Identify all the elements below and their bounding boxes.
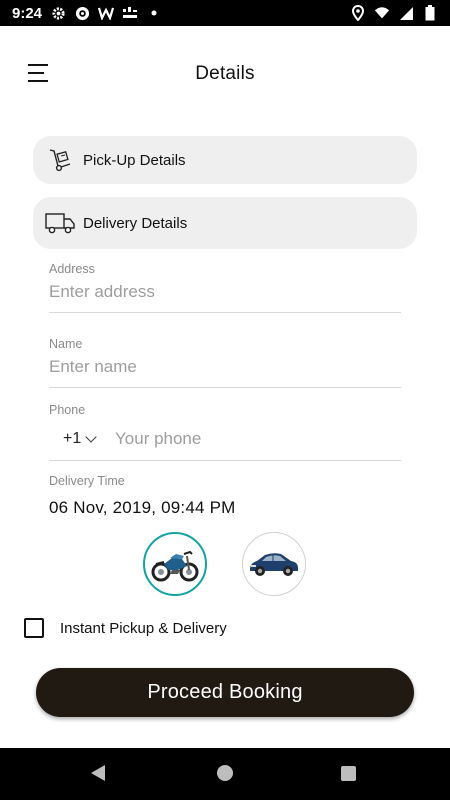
wifi-icon (374, 5, 390, 21)
delivery-time-value[interactable]: 06 Nov, 2019, 09:44 PM (49, 498, 401, 518)
status-time: 9:24 (12, 4, 43, 22)
phone-row: +1 (49, 417, 401, 461)
navigation-bar (0, 748, 450, 800)
motorbike-option-button[interactable] (143, 532, 207, 596)
instant-pickup-label: Instant Pickup & Delivery (60, 619, 227, 637)
delivery-details-section[interactable]: Delivery Details (33, 197, 417, 249)
status-bar: 9:24 (0, 0, 450, 26)
name-field: Name (49, 337, 401, 388)
country-code-value: +1 (63, 429, 82, 447)
hand-truck-icon (45, 146, 75, 174)
w-app-icon (98, 5, 115, 21)
truck-icon (45, 209, 75, 237)
pickup-details-section[interactable]: Pick-Up Details (33, 136, 417, 184)
grid-app-icon (122, 5, 138, 21)
instant-pickup-checkbox[interactable] (24, 618, 44, 638)
circle-app-icon (74, 5, 90, 21)
phone-label: Phone (49, 403, 86, 417)
car-icon (250, 553, 298, 576)
delivery-details-label: Delivery Details (83, 214, 188, 232)
instant-pickup-row[interactable]: Instant Pickup & Delivery (24, 618, 227, 638)
delivery-time-field[interactable]: Delivery Time 06 Nov, 2019, 09:44 PM (49, 474, 401, 518)
dot-icon (146, 5, 162, 21)
address-input[interactable] (49, 276, 401, 313)
name-label: Name (49, 337, 83, 351)
address-field: Address (49, 262, 401, 313)
pickup-details-label: Pick-Up Details (83, 151, 186, 169)
back-icon[interactable] (91, 765, 105, 781)
chevron-down-icon (85, 430, 97, 443)
signal-icon (398, 5, 414, 21)
recent-apps-icon[interactable] (341, 766, 356, 781)
page-title: Details (195, 63, 255, 84)
phone-input[interactable] (115, 428, 401, 449)
car-option-button[interactable] (242, 532, 306, 596)
app-header: Details (0, 26, 450, 124)
proceed-booking-button[interactable]: Proceed Booking (36, 668, 414, 717)
location-icon (350, 5, 366, 21)
address-label: Address (49, 262, 95, 276)
phone-field: Phone +1 (49, 403, 401, 461)
gear-icon (50, 5, 66, 21)
country-code-selector[interactable]: +1 (49, 430, 115, 448)
home-icon[interactable] (217, 765, 233, 781)
battery-icon (422, 5, 438, 21)
name-input[interactable] (49, 351, 401, 388)
motorbike-icon (151, 550, 199, 582)
delivery-time-label: Delivery Time (49, 474, 125, 488)
